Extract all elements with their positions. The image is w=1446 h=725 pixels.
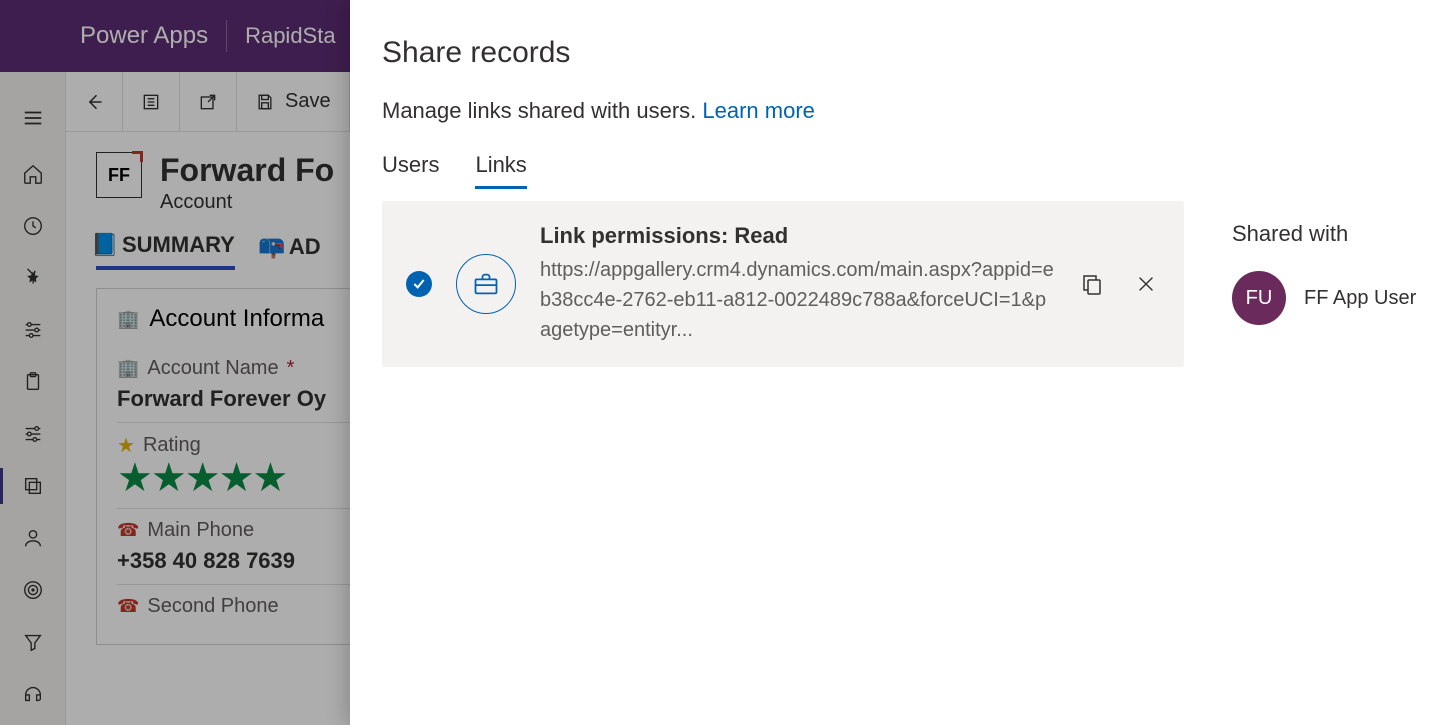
learn-more-link[interactable]: Learn more (702, 98, 815, 123)
link-url: https://appgallery.crm4.dynamics.com/mai… (540, 255, 1054, 345)
link-card[interactable]: Link permissions: Read https://appgaller… (382, 201, 1184, 367)
shared-with-title: Shared with (1232, 221, 1430, 247)
link-permission-label: Link permissions: Read (540, 223, 1054, 249)
selected-check-icon[interactable] (406, 271, 432, 297)
remove-link-button[interactable] (1132, 270, 1160, 298)
user-avatar: FU (1232, 271, 1286, 325)
briefcase-icon (456, 254, 516, 314)
panel-description-text: Manage links shared with users. (382, 98, 696, 123)
share-records-panel: Share records Manage links shared with u… (350, 0, 1446, 725)
shared-user-name: FF App User (1304, 287, 1416, 310)
panel-title: Share records (382, 36, 1414, 70)
panel-description: Manage links shared with users. Learn mo… (382, 98, 1414, 124)
shared-user-row[interactable]: FU FF App User (1232, 271, 1430, 325)
panel-tab-users[interactable]: Users (382, 152, 439, 189)
panel-tab-links[interactable]: Links (475, 152, 526, 189)
copy-link-button[interactable] (1078, 270, 1106, 298)
